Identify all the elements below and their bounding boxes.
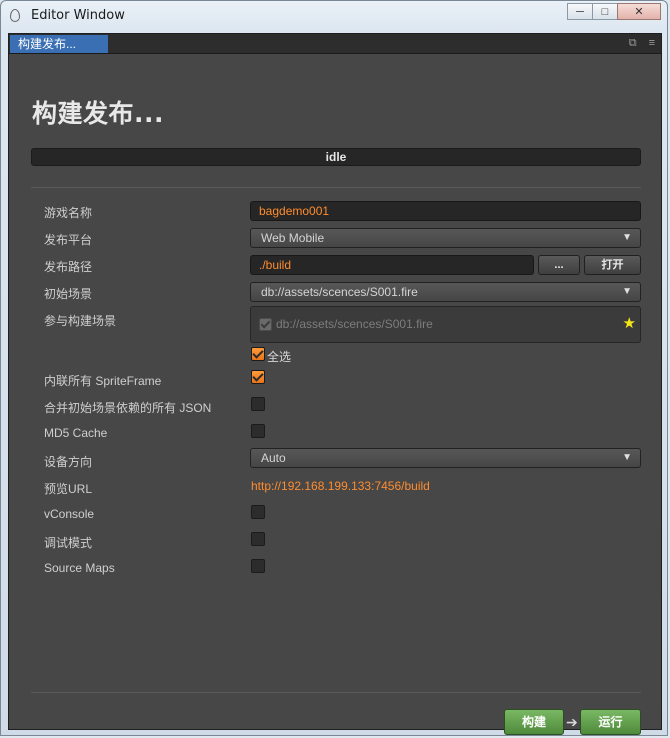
build-panel: 构建发布... idle 游戏名称 bagdemo001 发布平台 Web Mo… — [9, 54, 661, 735]
orientation-value: Auto — [261, 451, 286, 465]
build-scenes-label: 参与构建场景 — [44, 314, 117, 328]
start-scene-select[interactable]: db://assets/scences/S001.fire ▼ — [250, 282, 641, 302]
select-all-checkbox[interactable] — [251, 347, 265, 361]
source-maps-label: Source Maps — [44, 561, 115, 575]
dropdown-arrow-icon: ▼ — [622, 286, 632, 297]
dropdown-arrow-icon: ▼ — [622, 232, 632, 243]
divider — [31, 692, 641, 693]
platform-label: 发布平台 — [44, 233, 93, 247]
build-path-input[interactable]: ./build — [250, 255, 534, 275]
window-title: Editor Window — [31, 8, 125, 23]
minimize-button[interactable]: ─ — [567, 3, 593, 20]
build-button[interactable]: 构建 — [504, 709, 564, 735]
app-icon — [10, 9, 20, 22]
window-controls: ─ □ ✕ — [567, 3, 661, 20]
divider — [31, 187, 641, 188]
preview-url-link[interactable]: http://192.168.199.133:7456/build — [251, 479, 430, 493]
arrow-right-icon: ➔ — [566, 714, 578, 730]
source-maps-checkbox[interactable] — [251, 559, 265, 573]
dropdown-arrow-icon: ▼ — [622, 452, 632, 463]
build-path-label: 发布路径 — [44, 260, 93, 274]
platform-value: Web Mobile — [261, 231, 325, 245]
tab-bar: 构建发布... ⧉ ≡ — [9, 34, 661, 54]
editor-frame: 构建发布... ⧉ ≡ 构建发布... idle 游戏名称 bagdemo001… — [8, 33, 662, 735]
editor-window: Editor Window ─ □ ✕ 构建发布... ⧉ ≡ 构建发布... … — [0, 0, 668, 736]
build-scenes-list: db://assets/scences/S001.fire ★ — [250, 306, 641, 343]
run-button[interactable]: 运行 — [580, 709, 641, 735]
vconsole-label: vConsole — [44, 507, 95, 521]
scene-path: db://assets/scences/S001.fire — [276, 317, 433, 331]
debug-mode-checkbox[interactable] — [251, 532, 265, 546]
start-scene-value: db://assets/scences/S001.fire — [261, 285, 418, 299]
inline-spriteframe-label: 内联所有 SpriteFrame — [44, 374, 162, 388]
merge-json-checkbox[interactable] — [251, 397, 265, 411]
md5-cache-label: MD5 Cache — [44, 426, 108, 440]
select-all-label: 全选 — [267, 350, 292, 364]
preview-url-label: 预览URL — [44, 482, 93, 496]
browse-button[interactable]: ... — [538, 255, 580, 275]
merge-json-label: 合并初始场景依赖的所有 JSON — [44, 401, 212, 415]
game-name-input[interactable]: bagdemo001 — [250, 201, 641, 221]
open-folder-button[interactable]: 打开 — [584, 255, 641, 275]
maximize-button[interactable]: □ — [592, 3, 618, 20]
close-button[interactable]: ✕ — [617, 3, 661, 20]
list-item: db://assets/scences/S001.fire — [259, 317, 433, 331]
vconsole-checkbox[interactable] — [251, 505, 265, 519]
md5-cache-checkbox[interactable] — [251, 424, 265, 438]
scene-checkbox — [259, 317, 272, 331]
page-title: 构建发布... — [32, 99, 164, 128]
restore-panel-icon[interactable]: ⧉ — [629, 37, 637, 50]
start-scene-label: 初始场景 — [44, 287, 93, 301]
title-bar[interactable]: Editor Window ─ □ ✕ — [1, 1, 667, 31]
inline-spriteframe-checkbox[interactable] — [251, 370, 265, 384]
orientation-label: 设备方向 — [44, 455, 93, 469]
star-icon: ★ — [622, 315, 636, 332]
game-name-label: 游戏名称 — [44, 206, 93, 220]
tab-tools: ⧉ ≡ — [629, 37, 655, 50]
build-status-bar: idle — [31, 148, 641, 166]
platform-select[interactable]: Web Mobile ▼ — [250, 228, 641, 248]
orientation-select[interactable]: Auto ▼ — [250, 448, 641, 468]
panel-menu-icon[interactable]: ≡ — [649, 37, 655, 50]
debug-mode-label: 调试模式 — [44, 536, 93, 550]
tab-build-publish[interactable]: 构建发布... — [10, 35, 108, 53]
